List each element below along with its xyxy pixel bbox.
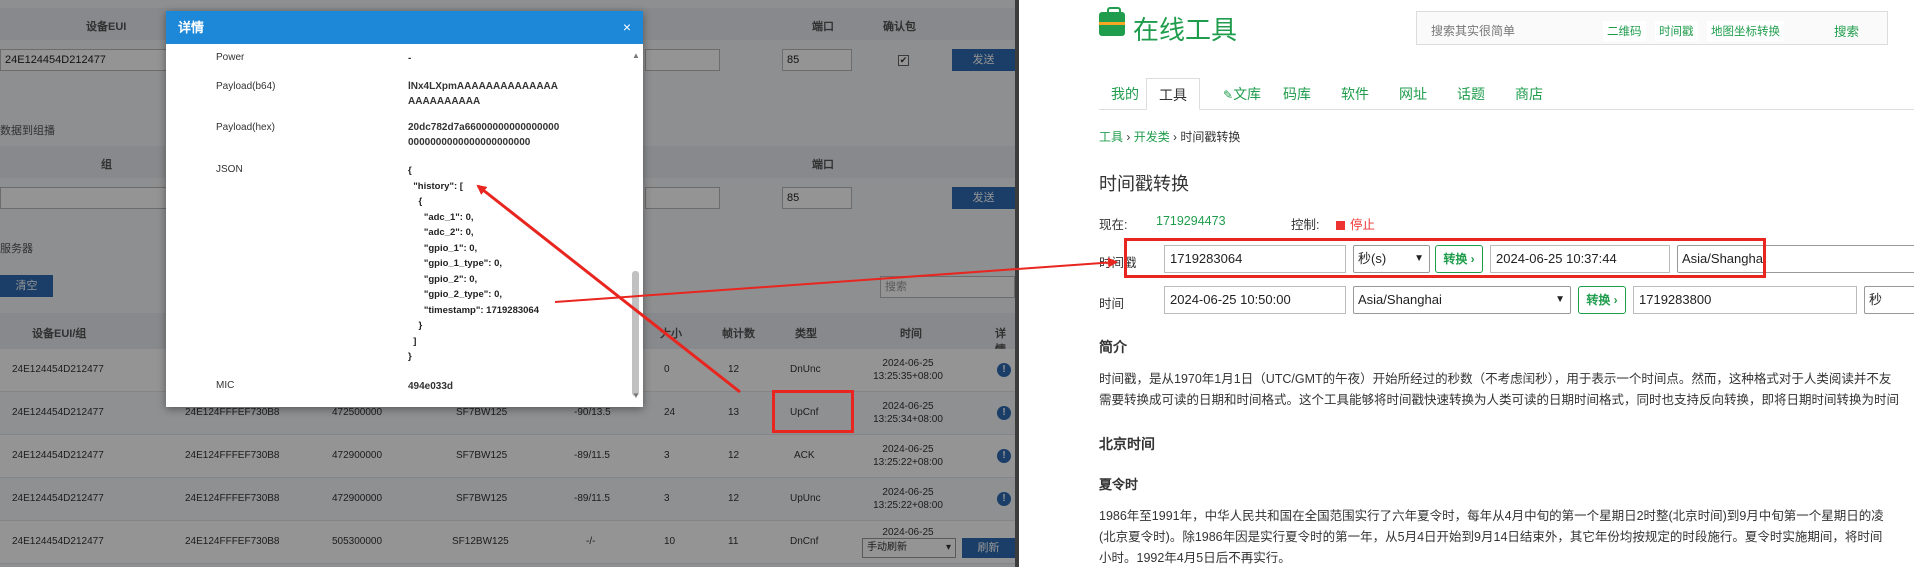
unit-select-2[interactable]: 秒 xyxy=(1864,286,1914,314)
modal-title: 详情 xyxy=(166,11,643,44)
convert-button-2[interactable]: 转换 › xyxy=(1578,286,1626,314)
tab-sites[interactable]: 网址 xyxy=(1387,78,1439,110)
control-label: 控制: xyxy=(1291,218,1320,232)
json-key: JSON xyxy=(216,164,243,175)
chevron-down-icon: ▼ xyxy=(1555,294,1565,305)
power-value: - xyxy=(408,53,412,64)
timestamp-output[interactable]: 1719283800 xyxy=(1633,286,1857,314)
search-bar: 搜索其实很简单 二维码 时间戳 地图坐标转换 搜索 xyxy=(1416,11,1888,45)
quick-link-qrcode[interactable]: 二维码 xyxy=(1603,21,1646,41)
right-browser-pane: 在线工具 搜索其实很简单 二维码 时间戳 地图坐标转换 搜索 我的 工具 ✎文库… xyxy=(1019,0,1914,567)
dst-paragraph: 1986年至1991年，中华人民共和国在全国范围实行了六年夏令时，每年从4月中旬… xyxy=(1099,509,1884,565)
breadcrumb-dev[interactable]: 开发类 xyxy=(1134,130,1170,144)
timezone-select-2[interactable]: Asia/Shanghai ▼ xyxy=(1353,286,1571,314)
now-value: 1719294473 xyxy=(1156,214,1226,228)
stop-button[interactable]: 停止 xyxy=(1336,214,1375,233)
payload-b64-key: Payload(b64) xyxy=(216,81,276,92)
intro-paragraph: 时间戳，是从1970年1月1日（UTC/GMT的午夜）开始所经过的秒数（不考虑闰… xyxy=(1099,372,1900,407)
tab-code[interactable]: 码库 xyxy=(1271,78,1323,110)
json-value: { "history": [ { "adc_1": 0, "adc_2": 0,… xyxy=(408,165,539,362)
breadcrumb-tools[interactable]: 工具 xyxy=(1099,130,1123,144)
tab-software[interactable]: 软件 xyxy=(1329,78,1381,110)
stop-icon xyxy=(1336,221,1345,231)
annotation-box-timestamp-row xyxy=(1124,238,1766,278)
page-title: 时间戳转换 xyxy=(1099,174,1189,194)
tab-library[interactable]: ✎文库 xyxy=(1211,78,1273,110)
payload-hex-key: Payload(hex) xyxy=(216,122,275,133)
scroll-up-icon[interactable]: ▲ xyxy=(632,51,640,60)
modal-scrollbar[interactable]: ▲ ▼ xyxy=(631,51,640,401)
main-tabs: 我的 工具 ✎文库 码库 软件 网址 话题 商店 xyxy=(1099,78,1914,110)
annotation-box-upcnf xyxy=(772,390,854,433)
toolbox-logo-icon[interactable] xyxy=(1099,7,1125,36)
left-app-pane: 设备EUI 端口 确认包 24E124454D212477 85 ✔ 发送 数据… xyxy=(0,0,1015,567)
close-icon[interactable]: × xyxy=(623,11,631,44)
mic-value: 494e033d xyxy=(408,381,454,392)
now-label: 现在: xyxy=(1099,218,1128,232)
beijing-heading: 北京时间 xyxy=(1099,436,1155,452)
mic-key: MIC xyxy=(216,380,235,391)
intro-heading: 简介 xyxy=(1099,339,1127,355)
scroll-down-icon[interactable]: ▼ xyxy=(632,391,640,400)
search-button[interactable]: 搜索 xyxy=(1834,21,1859,40)
dst-heading: 夏令时 xyxy=(1099,477,1139,492)
tab-topics[interactable]: 话题 xyxy=(1445,78,1497,110)
power-key: Power xyxy=(216,52,245,63)
payload-b64-value: lNx4LXpmAAAAAAAAAAAAAA AAAAAAAAAA xyxy=(408,81,559,107)
datetime-label: 时间 xyxy=(1099,297,1125,311)
detail-modal: 详情 × Power - Payload(b64) lNx4LXpmAAAAAA… xyxy=(166,11,643,407)
scroll-thumb[interactable] xyxy=(632,271,639,396)
breadcrumb: 工具 › 开发类 › 时间戳转换 xyxy=(1099,130,1241,144)
search-input[interactable]: 搜索其实很简单 xyxy=(1431,22,1515,39)
feather-icon: ✎ xyxy=(1223,88,1234,102)
quick-link-timestamp[interactable]: 时间戳 xyxy=(1655,21,1698,41)
payload-hex-value: 20dc782d7a66000000000000000 0000000000000… xyxy=(408,122,560,148)
tab-mine[interactable]: 我的 xyxy=(1099,78,1151,110)
site-title[interactable]: 在线工具 xyxy=(1133,10,1237,47)
datetime-input[interactable]: 2024-06-25 10:50:00 xyxy=(1164,286,1346,314)
quick-link-map[interactable]: 地图坐标转换 xyxy=(1707,21,1784,41)
tab-store[interactable]: 商店 xyxy=(1503,78,1555,110)
tab-tools[interactable]: 工具 xyxy=(1146,78,1200,110)
